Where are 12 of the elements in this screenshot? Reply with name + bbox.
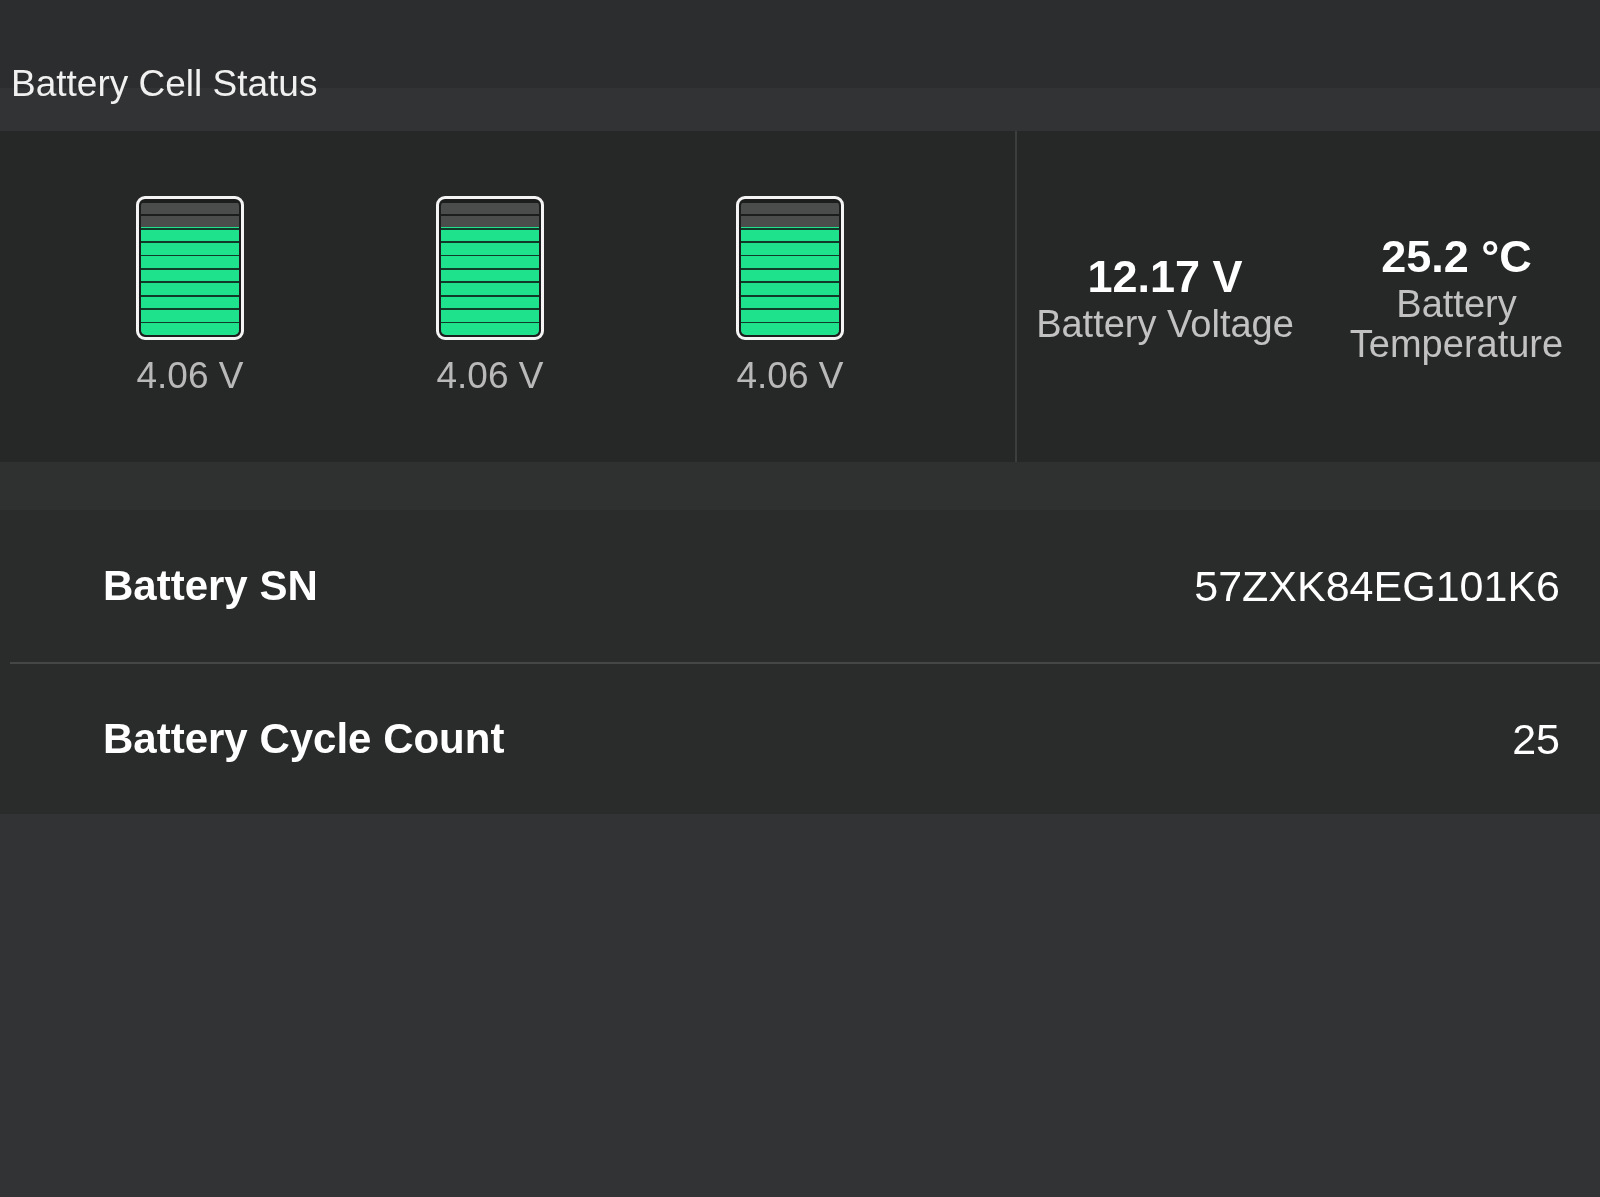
cell-voltage: 4.06 V [736,353,844,398]
info-label: Battery Cycle Count [103,715,505,763]
stat-value: 12.17 V [1087,249,1243,304]
cell-voltage: 4.06 V [436,353,544,398]
section-title: Battery Cell Status [11,62,318,106]
stat-label: Battery Voltage [1036,303,1294,344]
stat-value: 25.2 °C [1381,229,1532,284]
stat-label: Battery Temperature [1348,283,1565,364]
info-value: 57ZXK84EG101K6 [1194,561,1560,611]
info-label: Battery SN [103,562,318,610]
cell-voltage: 4.06 V [136,353,244,398]
info-value: 25 [1512,714,1560,764]
